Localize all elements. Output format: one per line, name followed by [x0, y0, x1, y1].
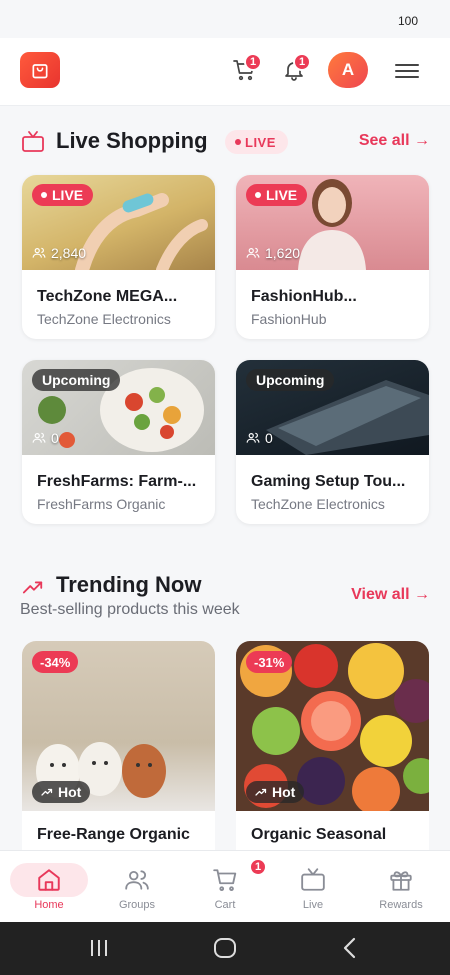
users-icon: [32, 247, 46, 258]
recent-apps-icon[interactable]: [88, 938, 110, 958]
live-shopping-header: Live Shopping LIVE See all →: [20, 128, 430, 168]
live-card[interactable]: LIVE 1,620 FashionHub... FashionHub: [236, 175, 429, 339]
viewer-count-value: 2,840: [51, 245, 87, 261]
shopping-bag-icon: [32, 64, 48, 79]
users-icon: [32, 432, 46, 443]
seller-name: TechZone Electronics: [37, 311, 171, 327]
notifications-badge: 1: [293, 53, 311, 71]
viewer-count: 2,840: [32, 245, 86, 261]
hot-label: Hot: [58, 784, 82, 800]
viewer-count: 1,620: [246, 245, 300, 261]
app-header: 1 1 A: [0, 38, 450, 106]
product-title: Free-Range Organic: [37, 826, 190, 843]
see-all-link[interactable]: See all →: [359, 132, 430, 150]
status-bar: 100: [0, 0, 450, 38]
section-title: Trending Now: [56, 572, 202, 597]
battery-level: 100: [397, 14, 418, 28]
cart-badge: 1: [244, 53, 262, 71]
trending-up-icon: [22, 581, 43, 594]
viewer-count-value: 0: [265, 430, 273, 446]
seller-name: FashionHub: [251, 311, 327, 327]
viewer-count: 0: [246, 430, 273, 446]
trending-up-icon: [41, 788, 53, 796]
viewer-count-value: 0: [51, 430, 59, 446]
upcoming-tag: Upcoming: [246, 369, 335, 391]
system-navigation-bar: [0, 922, 450, 975]
nav-cart-badge: 1: [249, 858, 267, 876]
nav-label: Live: [302, 899, 324, 911]
seller-name: FreshFarms Organic: [37, 496, 166, 512]
nav-label: Groups: [118, 899, 156, 911]
nav-home[interactable]: Home: [4, 851, 94, 923]
nav-live[interactable]: Live: [268, 851, 358, 923]
trending-up-icon: [255, 788, 267, 796]
hot-badge: Hot: [246, 781, 305, 803]
section-title: Live Shopping: [56, 128, 208, 153]
seller-name: TechZone Electronics: [251, 496, 385, 512]
product-title: Organic Seasonal: [251, 826, 387, 843]
nav-label: Cart: [214, 899, 236, 911]
users-icon: [125, 870, 149, 890]
bottom-navigation: Home Groups Cart 1 Live Rewards: [0, 850, 450, 922]
nav-label: Home: [34, 899, 64, 911]
hot-badge: Hot: [32, 781, 91, 803]
live-card[interactable]: Upcoming 0 Gaming Setup Tou... TechZone …: [236, 360, 429, 524]
back-icon[interactable]: [341, 937, 359, 959]
product-card[interactable]: -31% Hot Organic Seasonal: [236, 641, 429, 851]
product-card[interactable]: -34% Hot Free-Range Organic: [22, 641, 215, 851]
stream-title: TechZone MEGA...: [37, 288, 178, 305]
hot-label: Hot: [272, 784, 296, 800]
stream-title: FashionHub...: [251, 288, 357, 305]
nav-groups[interactable]: Groups: [92, 851, 182, 923]
stream-title: Gaming Setup Tou...: [251, 473, 406, 490]
live-badge: LIVE: [225, 130, 288, 154]
viewer-count-value: 1,620: [265, 245, 301, 261]
cart-icon: [213, 869, 237, 891]
viewer-count: 0: [32, 430, 59, 446]
home-icon: [38, 869, 60, 891]
users-icon: [246, 247, 260, 258]
app-logo[interactable]: [20, 52, 60, 88]
live-card[interactable]: Upcoming 0 FreshFarms: Farm-... FreshFar…: [22, 360, 215, 524]
discount-badge: -34%: [32, 651, 79, 673]
nav-rewards[interactable]: Rewards: [356, 851, 446, 923]
tv-icon: [22, 131, 44, 152]
tv-icon: [301, 868, 325, 891]
menu-icon: [395, 64, 419, 66]
nav-label: Rewards: [379, 899, 423, 911]
live-tag: LIVE: [32, 184, 94, 206]
gift-icon: [390, 871, 412, 891]
home-button-icon[interactable]: [213, 937, 237, 959]
upcoming-tag: Upcoming: [32, 369, 121, 391]
users-icon: [246, 432, 260, 443]
view-all-link[interactable]: View all →: [351, 586, 430, 604]
live-tag: LIVE: [246, 184, 308, 206]
stream-title: FreshFarms: Farm-...: [37, 473, 197, 490]
avatar[interactable]: A: [328, 52, 368, 88]
section-subtitle: Best-selling products this week: [20, 601, 240, 618]
live-card[interactable]: LIVE 2,840 TechZone MEGA... TechZone Ele…: [22, 175, 215, 339]
discount-badge: -31%: [246, 651, 293, 673]
menu-button[interactable]: [395, 60, 419, 80]
